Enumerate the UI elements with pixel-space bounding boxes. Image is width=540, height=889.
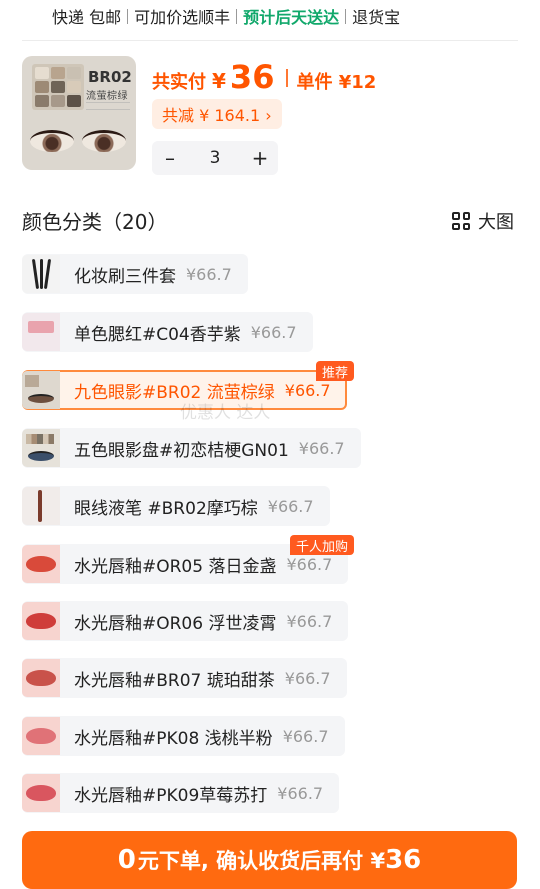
divider <box>236 8 238 24</box>
option-price: ¥66.7 <box>284 668 331 688</box>
sku-option-lip-or06[interactable]: 水光唇釉#OR06 浮世凌霄 ¥66.7 <box>22 601 349 641</box>
order-now-button[interactable]: 0 元下单, 确认收货后再付 ¥ 36 <box>22 831 517 889</box>
option-name: 水光唇釉#OR06 浮世凌霄 <box>74 613 277 634</box>
option-name: 水光唇釉#BR07 琥珀甜茶 <box>74 670 275 691</box>
sku-option-brush-set[interactable]: 化妆刷三件套 ¥66.7 <box>22 254 248 294</box>
grid-icon <box>452 212 470 230</box>
cta-prefix: 0 <box>117 845 136 875</box>
quantity-stepper: – 3 + <box>152 141 278 175</box>
lip-thumbnail <box>22 545 60 583</box>
currency-symbol: ¥ <box>212 69 226 93</box>
cta-text: 元下单, 确认收货后再付 ¥ <box>137 849 386 873</box>
popular-badge: 千人加购 <box>290 535 355 555</box>
option-name: 化妆刷三件套 <box>74 266 176 287</box>
option-name: 水光唇釉#PK08 浅桃半粉 <box>74 728 273 749</box>
top-divider <box>22 40 518 41</box>
eyeshadow-palette-thumbnail <box>22 429 60 467</box>
big-view-label: 大图 <box>478 212 514 233</box>
watermark: 优惠人 达人 <box>180 403 271 423</box>
delivery-estimate: 预计后天送达 <box>243 8 340 27</box>
option-name: 水光唇釉#OR05 落日金盏 <box>74 556 277 577</box>
sku-option-lip-pk09[interactable]: 水光唇釉#PK09草莓苏打 ¥66.7 <box>22 773 340 813</box>
shipping-info: 快递 包邮 <box>52 8 122 27</box>
option-price: ¥66.7 <box>286 611 333 631</box>
eye-image <box>82 130 126 152</box>
product-code: BR02 <box>88 68 132 86</box>
price-divider <box>286 69 289 87</box>
sku-option-five-color-eyeshadow[interactable]: 五色眼影盘#初恋桔梗GN01 ¥66.7 <box>22 428 361 468</box>
lip-thumbnail <box>22 659 60 697</box>
option-price: ¥66.7 <box>282 726 329 746</box>
sku-option-blush[interactable]: 单色腮红#C04香芋紫 ¥66.7 <box>22 312 313 352</box>
option-price: ¥66.7 <box>298 438 345 458</box>
option-price: ¥66.7 <box>267 496 314 516</box>
total-price-row: 共实付 ¥ 36 单件 ¥12 <box>152 58 376 98</box>
option-price: ¥66.7 <box>284 380 331 400</box>
increase-button[interactable]: + <box>242 146 278 170</box>
return-insurance-info: 退货宝 <box>352 8 401 27</box>
blush-thumbnail <box>22 313 60 351</box>
eyeshadow-thumbnail <box>22 371 60 409</box>
sku-option-lip-br07[interactable]: 水光唇釉#BR07 琥珀甜茶 ¥66.7 <box>22 658 347 698</box>
lip-thumbnail <box>22 717 60 755</box>
brush-thumbnail <box>22 255 60 293</box>
total-price: 36 <box>229 58 275 96</box>
palette-image <box>32 64 84 110</box>
option-name: 眼线液笔 #BR02摩巧棕 <box>74 498 258 519</box>
total-label: 共实付 <box>152 72 206 93</box>
saving-detail-button[interactable]: 共减 ¥ 164.1 › <box>152 99 282 129</box>
option-price: ¥66.7 <box>286 554 333 574</box>
lip-thumbnail <box>22 774 60 812</box>
big-view-toggle[interactable]: 大图 <box>452 208 514 234</box>
lip-thumbnail <box>22 602 60 640</box>
shunfeng-upgrade-info: 可加价选顺丰 <box>134 8 231 27</box>
product-shade-name: 流萤棕绿 <box>86 91 128 102</box>
decrease-button[interactable]: – <box>152 146 188 170</box>
product-thumbnail[interactable]: BR02 流萤棕绿 <box>22 56 136 170</box>
option-name: 五色眼影盘#初恋桔梗GN01 <box>74 440 289 461</box>
quantity-input[interactable]: 3 <box>188 148 242 168</box>
product-fine-print <box>86 102 130 110</box>
option-name: 水光唇釉#PK09草莓苏打 <box>74 785 268 806</box>
divider <box>345 8 347 24</box>
unit-price: 单件 ¥12 <box>296 72 377 93</box>
option-price: ¥66.7 <box>186 264 232 284</box>
option-name: 单色腮红#C04香芋紫 <box>74 324 241 345</box>
eye-image <box>30 130 74 152</box>
color-category-title: 颜色分类（20） <box>22 210 168 234</box>
sku-option-lip-pk08[interactable]: 水光唇釉#PK08 浅桃半粉 ¥66.7 <box>22 716 345 756</box>
sku-option-eyeliner[interactable]: 眼线液笔 #BR02摩巧棕 ¥66.7 <box>22 486 330 526</box>
option-price: ¥66.7 <box>250 322 297 342</box>
divider <box>127 8 129 24</box>
eyeliner-thumbnail <box>22 487 60 525</box>
service-info-line: 快递 包邮 可加价选顺丰 预计后天送达 退货宝 <box>52 4 400 28</box>
recommend-badge: 推荐 <box>316 361 355 381</box>
cta-amount: 36 <box>385 845 422 875</box>
option-price: ¥66.7 <box>277 783 324 803</box>
